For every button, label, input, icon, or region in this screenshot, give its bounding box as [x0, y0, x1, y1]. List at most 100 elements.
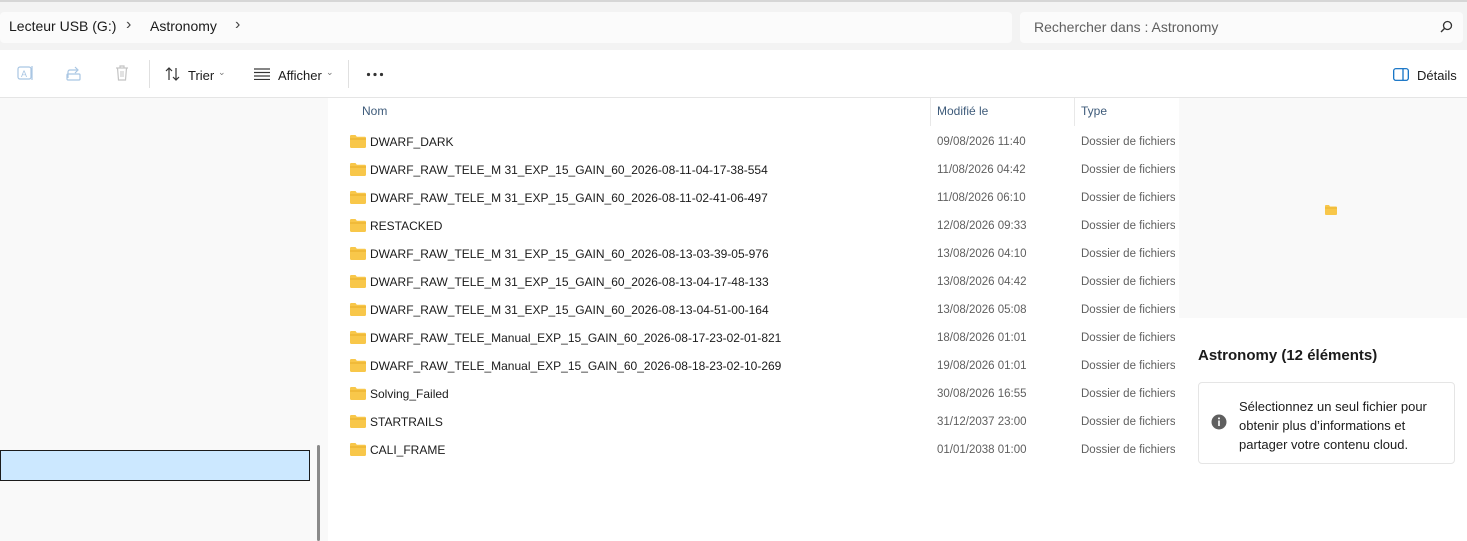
breadcrumb-item-drive[interactable]: Lecteur USB (G:): [9, 18, 116, 34]
breadcrumb[interactable]: Lecteur USB (G:) › Astronomy ›: [0, 12, 1012, 43]
file-name: DWARF_RAW_TELE_M 31_EXP_15_GAIN_60_2026-…: [370, 303, 769, 317]
command-bar: A Trier ⌄ Afficher ⌄ Détails: [0, 50, 1467, 98]
nav-scrollbar[interactable]: [317, 445, 320, 541]
file-name: DWARF_RAW_TELE_M 31_EXP_15_GAIN_60_2026-…: [370, 275, 769, 289]
folder-icon: [350, 219, 366, 237]
file-name: DWARF_RAW_TELE_Manual_EXP_15_GAIN_60_202…: [370, 359, 782, 373]
file-modified-date: 11/08/2026 04:42: [937, 164, 1026, 176]
file-type: Dossier de fichiers: [1081, 136, 1175, 148]
file-name: DWARF_RAW_TELE_M 31_EXP_15_GAIN_60_2026-…: [370, 247, 769, 261]
share-icon[interactable]: [65, 64, 83, 82]
details-message: Sélectionnez un seul fichier pour obteni…: [1239, 399, 1427, 452]
file-modified-date: 12/08/2026 09:33: [937, 220, 1027, 232]
folder-icon: [1325, 202, 1337, 220]
preview-area: [1179, 98, 1467, 318]
folder-icon: [350, 191, 366, 209]
sort-button[interactable]: Trier: [188, 68, 214, 83]
folder-icon: [350, 331, 366, 349]
file-type: Dossier de fichiers: [1081, 416, 1175, 428]
search-icon[interactable]: [1440, 20, 1453, 38]
rename-icon[interactable]: A: [17, 64, 35, 82]
folder-icon: [350, 443, 366, 461]
table-row[interactable]: DWARF_RAW_TELE_Manual_EXP_15_GAIN_60_202…: [328, 352, 1175, 380]
view-button[interactable]: Afficher: [278, 68, 322, 83]
folder-icon: [350, 275, 366, 293]
file-modified-date: 09/08/2026 11:40: [937, 136, 1026, 148]
file-type: Dossier de fichiers: [1081, 276, 1175, 288]
folder-icon: [350, 359, 366, 377]
more-options-icon[interactable]: [366, 72, 384, 77]
table-row[interactable]: STARTRAILS 31/12/2037 23:00 Dossier de fic…: [328, 408, 1175, 436]
table-row[interactable]: DWARF_RAW_TELE_M 31_EXP_15_GAIN_60_2026-…: [328, 240, 1175, 268]
file-modified-date: 31/12/2037 23:00: [937, 416, 1027, 428]
sort-ascending-icon: ^: [998, 98, 1004, 104]
delete-icon[interactable]: [113, 64, 131, 82]
file-modified-date: 13/08/2026 05:08: [937, 304, 1027, 316]
file-modified-date: 19/08/2026 01:01: [937, 360, 1027, 372]
column-header-type[interactable]: Type: [1081, 104, 1107, 118]
table-row[interactable]: DWARF_DARK 09/08/2026 11:40 Dossier de fic…: [328, 128, 1175, 156]
file-type: Dossier de fichiers: [1081, 388, 1175, 400]
folder-icon: [350, 415, 366, 433]
address-bar-row: Lecteur USB (G:) › Astronomy › Recherche…: [0, 0, 1467, 50]
search-placeholder: Rechercher dans : Astronomy: [1034, 19, 1219, 35]
column-header-modified[interactable]: Modifié le: [937, 104, 988, 118]
file-modified-date: 11/08/2026 06:10: [937, 192, 1026, 204]
column-header-name[interactable]: Nom: [362, 104, 387, 118]
table-row[interactable]: RESTACKED 12/08/2026 09:33 Dossier de fich…: [328, 212, 1175, 240]
file-name: STARTRAILS: [370, 415, 443, 429]
file-type: Dossier de fichiers: [1081, 444, 1175, 456]
nav-selected-item[interactable]: [0, 450, 310, 481]
toolbar-divider: [149, 60, 150, 88]
file-type: Dossier de fichiers: [1081, 192, 1175, 204]
details-title: Astronomy (12 éléments): [1198, 347, 1378, 364]
file-name: DWARF_RAW_TELE_Manual_EXP_15_GAIN_60_202…: [370, 331, 782, 345]
file-name: CALI_FRAME: [370, 443, 446, 457]
svg-text:A: A: [21, 69, 27, 79]
file-name: DWARF_RAW_TELE_M 31_EXP_15_GAIN_60_2026-…: [370, 191, 768, 205]
details-button[interactable]: Détails: [1417, 68, 1457, 83]
table-row[interactable]: DWARF_RAW_TELE_M 31_EXP_15_GAIN_60_2026-…: [328, 156, 1175, 184]
chevron-down-icon[interactable]: ⌄: [218, 67, 226, 78]
folder-icon: [350, 163, 366, 181]
file-name: DWARF_RAW_TELE_M 31_EXP_15_GAIN_60_2026-…: [370, 163, 768, 177]
table-row[interactable]: DWARF_RAW_TELE_M 31_EXP_15_GAIN_60_2026-…: [328, 268, 1175, 296]
file-type: Dossier de fichiers: [1081, 332, 1175, 344]
file-modified-date: 13/08/2026 04:42: [937, 276, 1027, 288]
breadcrumb-item-folder[interactable]: Astronomy: [150, 18, 217, 34]
folder-icon: [350, 247, 366, 265]
file-list: Nom ^ Modifié le Type DWARF_DARK 09/08/20…: [328, 98, 1175, 541]
table-row[interactable]: CALI_FRAME 01/01/2038 01:00 Dossier de fic…: [328, 436, 1175, 464]
file-modified-date: 01/01/2038 01:00: [937, 444, 1027, 456]
column-divider[interactable]: [930, 98, 931, 126]
table-row[interactable]: DWARF_RAW_TELE_M 31_EXP_15_GAIN_60_2026-…: [328, 184, 1175, 212]
file-modified-date: 18/08/2026 01:01: [937, 332, 1027, 344]
column-divider[interactable]: [1074, 98, 1075, 126]
navigation-pane[interactable]: [0, 98, 328, 541]
folder-icon: [350, 303, 366, 321]
info-icon: [1211, 414, 1227, 435]
search-input[interactable]: Rechercher dans : Astronomy: [1020, 12, 1463, 43]
chevron-right-icon[interactable]: ›: [126, 16, 131, 34]
chevron-right-icon[interactable]: ›: [235, 16, 240, 34]
details-pane: Astronomy (12 éléments) Sélectionnez un …: [1175, 98, 1467, 541]
table-row[interactable]: Solving_Failed 30/08/2026 16:55 Dossier de…: [328, 380, 1175, 408]
chevron-down-icon[interactable]: ⌄: [326, 67, 334, 78]
toolbar-divider: [348, 60, 349, 88]
details-pane-icon[interactable]: [1393, 68, 1409, 81]
folder-icon: [350, 135, 366, 153]
file-type: Dossier de fichiers: [1081, 248, 1175, 260]
sort-icon[interactable]: [164, 66, 182, 82]
view-icon[interactable]: [253, 68, 271, 80]
table-row[interactable]: DWARF_RAW_TELE_Manual_EXP_15_GAIN_60_202…: [328, 324, 1175, 352]
file-modified-date: 13/08/2026 04:10: [937, 248, 1027, 260]
table-row[interactable]: DWARF_RAW_TELE_M 31_EXP_15_GAIN_60_2026-…: [328, 296, 1175, 324]
file-type: Dossier de fichiers: [1081, 220, 1175, 232]
details-info-card: Sélectionnez un seul fichier pour obteni…: [1198, 382, 1455, 464]
file-name: RESTACKED: [370, 219, 443, 233]
file-name: Solving_Failed: [370, 387, 449, 401]
folder-icon: [350, 387, 366, 405]
file-name: DWARF_DARK: [370, 135, 454, 149]
file-type: Dossier de fichiers: [1081, 164, 1175, 176]
file-type: Dossier de fichiers: [1081, 304, 1175, 316]
